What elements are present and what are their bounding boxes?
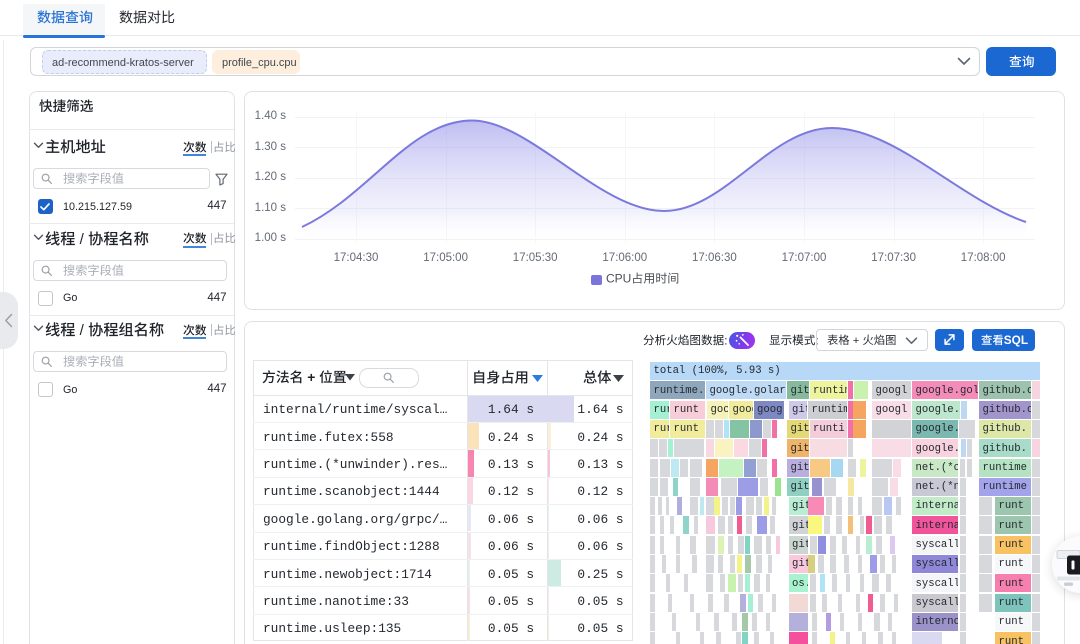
svg-text:+: +: [850, 335, 863, 347]
svg-text:/: /: [75, 231, 88, 248]
svg-text:/: /: [75, 322, 88, 339]
svg-text:+: +: [303, 370, 319, 385]
svg-text::: :: [724, 334, 727, 347]
svg-text:SQL: SQL: [1003, 333, 1027, 347]
svg-text:CPU: CPU: [606, 272, 631, 286]
